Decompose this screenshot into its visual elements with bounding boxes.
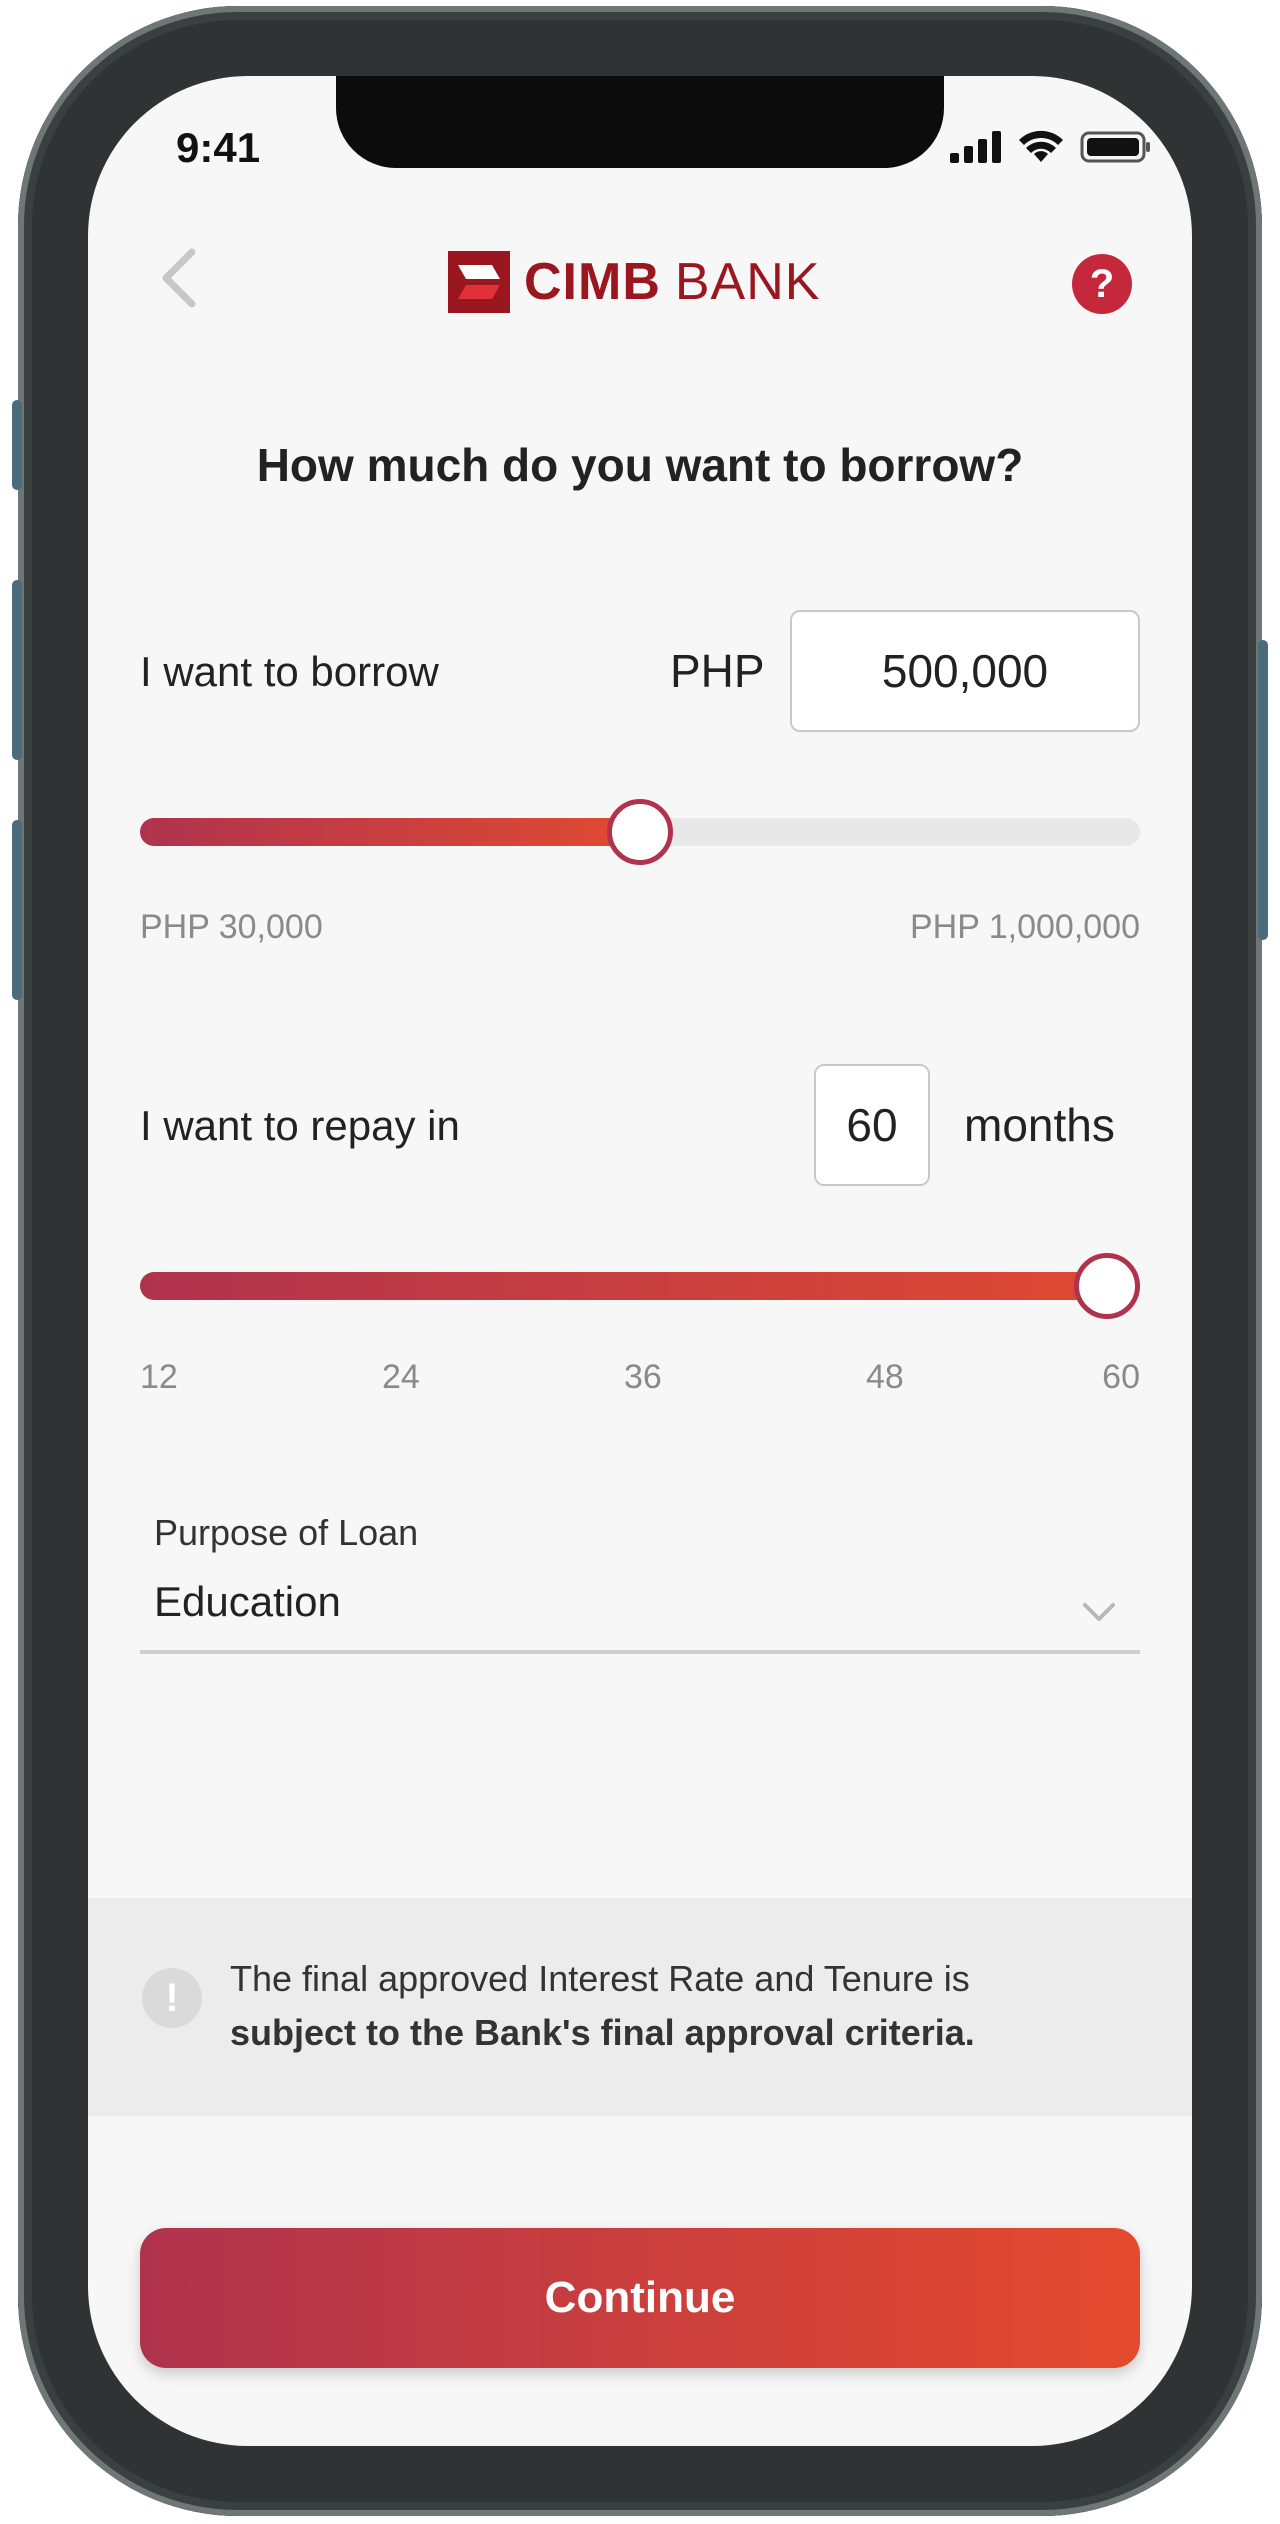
volume-down-button: [12, 820, 22, 1000]
status-icons: [950, 130, 1152, 164]
repay-slider-handle[interactable]: [1074, 1253, 1140, 1319]
repay-tick: 36: [624, 1358, 662, 1396]
volume-up-button: [12, 580, 22, 760]
repay-ticks: 12 24 36 48 60: [140, 1358, 1140, 1398]
borrow-slider[interactable]: [140, 799, 1140, 865]
repay-unit: months: [964, 1099, 1115, 1151]
repay-tick: 24: [382, 1358, 420, 1396]
signal-icon: [950, 131, 1001, 163]
status-time: 9:41: [176, 124, 261, 171]
borrow-slider-fill: [140, 818, 640, 846]
notice-banner: ! The final approved Interest Rate and T…: [88, 1898, 1192, 2116]
cimb-logo: CIMB BANK: [448, 251, 820, 313]
repay-tick: 48: [866, 1358, 904, 1396]
logo-secondary-text: BANK: [674, 253, 821, 311]
borrow-min-label: PHP 30,000: [140, 908, 323, 946]
borrow-amount-input[interactable]: 500,000: [790, 610, 1140, 732]
info-icon: !: [142, 1968, 202, 2028]
page-title: How much do you want to borrow?: [256, 439, 1024, 491]
continue-button[interactable]: Continue: [140, 2228, 1140, 2368]
logo-primary-text: CIMB: [524, 253, 661, 311]
repay-tick: 60: [1102, 1358, 1140, 1396]
borrow-currency: PHP: [670, 645, 765, 697]
repay-label: I want to repay in: [140, 1102, 460, 1149]
notice-text: The final approved Interest Rate and Ten…: [230, 1952, 1130, 2060]
side-button: [12, 400, 22, 490]
help-icon[interactable]: ?: [1072, 254, 1132, 314]
chevron-down-icon[interactable]: [1082, 1600, 1116, 1624]
power-button: [1258, 640, 1268, 940]
wifi-icon: [1019, 130, 1063, 162]
repay-months-input[interactable]: 60: [814, 1064, 930, 1186]
notice-text-bold: subject to the Bank's final approval cri…: [230, 2012, 975, 2053]
notch: [336, 76, 944, 168]
purpose-select[interactable]: Education: [154, 1578, 341, 1626]
borrow-slider-handle[interactable]: [607, 799, 673, 865]
repay-slider[interactable]: [140, 1253, 1140, 1319]
battery-icon: [1080, 131, 1150, 163]
borrow-label: I want to borrow: [140, 648, 439, 695]
purpose-label: Purpose of Loan: [154, 1512, 419, 1553]
purpose-underline: [140, 1650, 1140, 1654]
cimb-logo-mark: [448, 251, 510, 313]
back-chevron-icon[interactable]: [154, 248, 204, 308]
app-screen: 9:41 CIMB BANK ? How much do you want to…: [88, 76, 1192, 2446]
repay-slider-fill: [140, 1272, 1140, 1300]
borrow-max-label: PHP 1,000,000: [910, 908, 1140, 946]
repay-tick: 12: [140, 1358, 178, 1396]
notice-text-regular: The final approved Interest Rate and Ten…: [230, 1958, 970, 1999]
